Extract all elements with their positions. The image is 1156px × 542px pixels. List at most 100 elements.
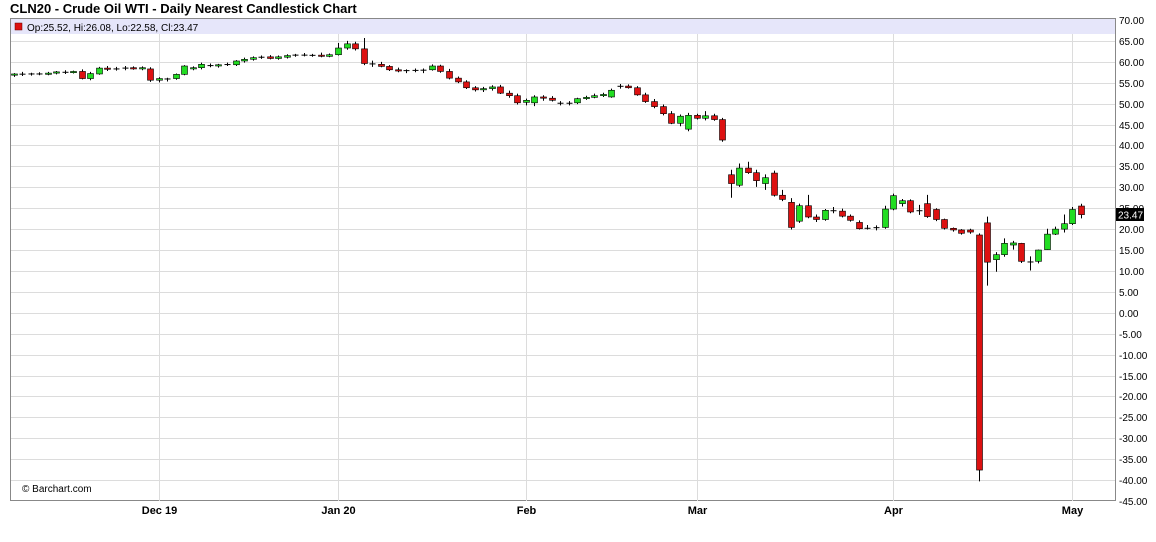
candle-body xyxy=(762,177,769,184)
candle-body xyxy=(540,96,547,99)
candle-body xyxy=(344,43,351,49)
candle-body xyxy=(950,227,957,231)
candle-body xyxy=(472,87,479,91)
candle-body xyxy=(514,95,521,104)
candle-body xyxy=(87,73,94,79)
candle-body xyxy=(446,71,453,79)
x-tick-label: Apr xyxy=(884,505,904,517)
y-tick-label: -30.00 xyxy=(1119,434,1148,445)
candle-body xyxy=(822,210,829,220)
y-tick-label: -40.00 xyxy=(1119,476,1148,487)
candle-body xyxy=(771,172,778,196)
x-axis: Dec 19 Jan 20 Feb Mar Apr May xyxy=(142,505,1084,517)
candle xyxy=(1069,206,1076,225)
candle-body xyxy=(215,64,222,67)
candle-body xyxy=(497,86,504,94)
candle-body xyxy=(634,87,641,96)
candle-body xyxy=(608,89,615,98)
ohlc-legend: Op:25.52, Hi:26.08, Lo:22.58, Cl:23.47 xyxy=(27,23,199,34)
x-tick-label: Dec 19 xyxy=(142,505,177,517)
candle-body xyxy=(156,78,163,81)
y-tick-label: 55.00 xyxy=(1119,79,1144,90)
candle xyxy=(719,117,726,142)
candle xyxy=(882,205,889,229)
candle xyxy=(437,64,444,73)
candle-body xyxy=(899,200,906,204)
y-tick-label: 15.00 xyxy=(1119,246,1144,257)
candle xyxy=(634,86,641,96)
candle-body xyxy=(429,65,436,71)
candle-body xyxy=(53,71,60,74)
y-tick-label: 20.00 xyxy=(1119,225,1144,236)
candle-body xyxy=(70,71,77,74)
candle-body xyxy=(130,67,137,70)
candle xyxy=(907,199,914,214)
y-tick-label: 65.00 xyxy=(1119,37,1144,48)
candle-body xyxy=(600,94,607,97)
candle xyxy=(941,218,948,230)
candle-body xyxy=(1018,243,1025,262)
candle-body xyxy=(941,219,948,229)
candle-body xyxy=(489,86,496,89)
candle-body xyxy=(993,254,1000,260)
candle-body xyxy=(326,54,333,57)
candle-body xyxy=(677,115,684,124)
candle-body xyxy=(104,67,111,70)
candle-body xyxy=(395,69,402,72)
candle-body xyxy=(745,167,752,173)
candle-body xyxy=(779,194,786,200)
candle xyxy=(608,88,615,98)
y-tick-label: -15.00 xyxy=(1119,372,1148,383)
candle-body xyxy=(284,55,291,58)
candle-body xyxy=(1010,242,1017,246)
candle-body xyxy=(463,81,470,89)
x-tick-label: Feb xyxy=(517,505,537,517)
candle xyxy=(685,112,692,132)
candle-body xyxy=(173,74,180,79)
candle xyxy=(181,65,188,76)
candle-body xyxy=(660,106,667,114)
y-tick-label: 30.00 xyxy=(1119,183,1144,194)
candle-body xyxy=(437,65,444,72)
candle-body xyxy=(856,222,863,230)
candle-body xyxy=(139,67,146,70)
candle-body xyxy=(694,115,701,119)
candle-body xyxy=(1035,249,1042,262)
candle-body xyxy=(574,98,581,104)
legend-swatch-icon xyxy=(14,22,23,31)
x-tick-label: May xyxy=(1062,505,1084,517)
candle xyxy=(976,233,983,482)
y-axis: 70.00 65.00 60.00 55.00 50.00 45.00 40.00 35.00… xyxy=(1119,16,1148,508)
candle-body xyxy=(847,215,854,221)
candle-body xyxy=(890,195,897,210)
candle xyxy=(147,67,154,82)
candle-body xyxy=(668,113,675,124)
last-price-label: 23.47 xyxy=(1118,211,1143,222)
y-tick-label: 5.00 xyxy=(1119,288,1139,299)
plot-frame xyxy=(10,18,1116,501)
candle-body xyxy=(625,85,632,89)
y-tick-label: 45.00 xyxy=(1119,121,1144,132)
candle-body xyxy=(753,172,760,181)
candlestick-chart: Op:25.52, Hi:26.08, Lo:22.58, Cl:23.47 7… xyxy=(10,16,1148,517)
candle xyxy=(796,203,803,223)
y-tick-label: -45.00 xyxy=(1119,497,1148,508)
candle-body xyxy=(352,43,359,50)
candle-body xyxy=(198,64,205,68)
candle-body xyxy=(233,60,240,66)
y-tick-label: 40.00 xyxy=(1119,141,1144,152)
candle-body xyxy=(933,209,940,220)
candle xyxy=(771,170,778,197)
candle-body xyxy=(711,115,718,120)
candle-body xyxy=(642,94,649,102)
y-tick-label: -10.00 xyxy=(1119,351,1148,362)
candle-body xyxy=(583,97,590,99)
candle-body xyxy=(361,48,368,64)
candle-body xyxy=(386,66,393,71)
barchart-credit: © Barchart.com xyxy=(22,484,92,495)
y-tick-label: 70.00 xyxy=(1119,16,1144,27)
candle-body xyxy=(267,56,274,59)
candle-body xyxy=(1044,233,1051,250)
candle-body xyxy=(45,72,52,75)
candle-body xyxy=(241,59,248,62)
